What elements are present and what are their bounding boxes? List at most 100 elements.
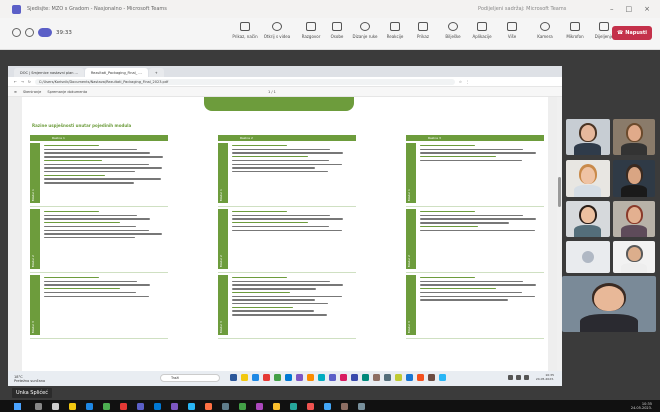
pdf-zoom-mode[interactable]: Skeniranje	[23, 90, 41, 94]
pdf-search[interactable]: Spremanje dokumenta	[47, 90, 87, 94]
participant-video-tile[interactable]	[613, 201, 655, 237]
browser-tab-active[interactable]: Rezultati_Packaging_Final_ ...	[84, 68, 148, 77]
module-row: Modul 2	[218, 209, 356, 273]
participant-video-tile[interactable]	[566, 160, 610, 197]
recording-icon[interactable]	[38, 28, 52, 37]
host-app-icon[interactable]	[154, 402, 161, 410]
host-app-icon[interactable]	[52, 402, 59, 410]
taskbar-app-icon[interactable]	[285, 374, 292, 381]
taskbar-app-icon[interactable]	[241, 374, 248, 381]
text-line	[420, 295, 535, 297]
shared-search-box[interactable]: Traži	[160, 374, 220, 382]
participant-video-tile[interactable]	[613, 160, 655, 197]
shield-icon[interactable]	[12, 28, 21, 37]
taskbar-app-icon[interactable]	[362, 374, 369, 381]
host-app-icon[interactable]	[137, 402, 144, 410]
camera-icon	[540, 22, 550, 31]
text-line	[420, 148, 523, 150]
module-side-label: Modul 3	[218, 275, 228, 335]
host-app-icon[interactable]	[324, 402, 331, 410]
taskbar-app-icon[interactable]	[384, 374, 391, 381]
back-icon[interactable]: ←	[14, 80, 17, 84]
shared-clock[interactable]: 10:35 24.05.2023.	[536, 373, 554, 381]
taskbar-app-icon[interactable]	[307, 374, 314, 381]
toolbar-button-6[interactable]: Prikaz	[406, 22, 440, 48]
text-line	[232, 277, 287, 279]
host-app-icon[interactable]	[273, 402, 280, 410]
new-tab-button[interactable]: +	[148, 68, 164, 77]
host-app-icon[interactable]	[86, 402, 93, 410]
toolbar-button-9[interactable]: Više	[495, 22, 529, 48]
taskbar-app-icon[interactable]	[439, 374, 446, 381]
scroll-thumb[interactable]	[558, 177, 561, 207]
taskbar-app-icon[interactable]	[252, 374, 259, 381]
wifi-icon[interactable]	[507, 375, 513, 380]
hamburger-icon[interactable]: ≡	[14, 90, 17, 94]
star-icon[interactable]: ☆	[459, 80, 462, 84]
host-taskbar: 10:35 24.05.2023.	[0, 400, 660, 412]
menu-icon[interactable]: ⋮	[466, 80, 470, 84]
taskbar-app-icon[interactable]	[274, 374, 281, 381]
host-app-icon[interactable]	[256, 402, 263, 410]
host-app-icon[interactable]	[290, 402, 297, 410]
host-app-icon[interactable]	[239, 402, 246, 410]
volume-icon[interactable]	[515, 375, 521, 380]
toolbar-button-4[interactable]: Dizanje ruke	[348, 22, 382, 48]
host-app-icon[interactable]	[222, 402, 229, 410]
participant-video-tile[interactable]	[562, 276, 656, 332]
participant-video-tile[interactable]	[613, 119, 655, 155]
person-face	[581, 207, 595, 223]
forward-icon[interactable]: →	[21, 80, 24, 84]
taskbar-app-icon[interactable]	[230, 374, 237, 381]
taskbar-app-icon[interactable]	[406, 374, 413, 381]
url-field[interactable]: C:/Users/Korisnik/Documents/Nastava/Rezu…	[34, 78, 455, 85]
toolbar-button-label: Kamera	[537, 34, 553, 39]
host-app-icon[interactable]	[171, 402, 178, 410]
toolbar-button-10[interactable]: Kamera	[528, 22, 562, 48]
host-app-icon[interactable]	[120, 402, 127, 410]
taskbar-app-icon[interactable]	[428, 374, 435, 381]
pdf-page: Razine uspješnosti unutar pojedinih modu…	[22, 97, 548, 371]
minimize-icon[interactable]: –	[610, 5, 614, 13]
close-icon[interactable]: ×	[644, 5, 650, 13]
taskbar-app-icon[interactable]	[263, 374, 270, 381]
people-count-icon[interactable]	[25, 28, 34, 37]
start-icon[interactable]	[14, 402, 21, 410]
teams-meeting-window: Sjedisjte: MZO s Gradom - Nasjonalno - M…	[0, 0, 660, 412]
text-line	[420, 145, 475, 147]
host-app-icon[interactable]	[307, 402, 314, 410]
taskbar-app-icon[interactable]	[395, 374, 402, 381]
person-face	[628, 125, 641, 141]
taskbar-app-icon[interactable]	[351, 374, 358, 381]
leave-button[interactable]: ☎ Napusti	[612, 26, 652, 40]
participant-video-tile[interactable]	[566, 201, 610, 237]
text-line	[44, 225, 136, 228]
maximize-icon[interactable]: □	[626, 5, 633, 13]
toolbar-button-8[interactable]: Aplikacije	[465, 22, 499, 48]
weather-widget[interactable]: 18°C Pretežno sunčano	[14, 375, 45, 383]
pdf-viewport[interactable]: Razine uspješnosti unutar pojedinih modu…	[8, 97, 562, 371]
toolbar-button-1[interactable]: Otkrij s videa	[260, 22, 294, 48]
host-app-icon[interactable]	[35, 402, 42, 410]
reload-icon[interactable]: ↻	[28, 80, 31, 84]
taskbar-app-icon[interactable]	[373, 374, 380, 381]
host-app-icon[interactable]	[69, 402, 76, 410]
taskbar-app-icon[interactable]	[296, 374, 303, 381]
battery-icon[interactable]	[523, 375, 529, 380]
participant-video-tile[interactable]	[566, 119, 610, 155]
toolbar-button-0[interactable]: Prikaz, način	[228, 22, 262, 48]
taskbar-app-icon[interactable]	[340, 374, 347, 381]
host-app-icon[interactable]	[205, 402, 212, 410]
browser-tab[interactable]: DOC | Smjernice nastavni plan ...	[14, 68, 84, 77]
host-app-icon[interactable]	[341, 402, 348, 410]
participant-video-tile[interactable]	[613, 241, 655, 273]
host-clock[interactable]: 10:35 24.05.2023.	[631, 402, 652, 410]
participant-video-tile[interactable]	[566, 241, 610, 273]
toolbar-button-label: Dijeljenje	[594, 34, 614, 39]
host-app-icon[interactable]	[103, 402, 110, 410]
taskbar-app-icon[interactable]	[329, 374, 336, 381]
host-app-icon[interactable]	[188, 402, 195, 410]
taskbar-app-icon[interactable]	[417, 374, 424, 381]
taskbar-app-icon[interactable]	[318, 374, 325, 381]
host-app-icon[interactable]	[358, 402, 365, 410]
